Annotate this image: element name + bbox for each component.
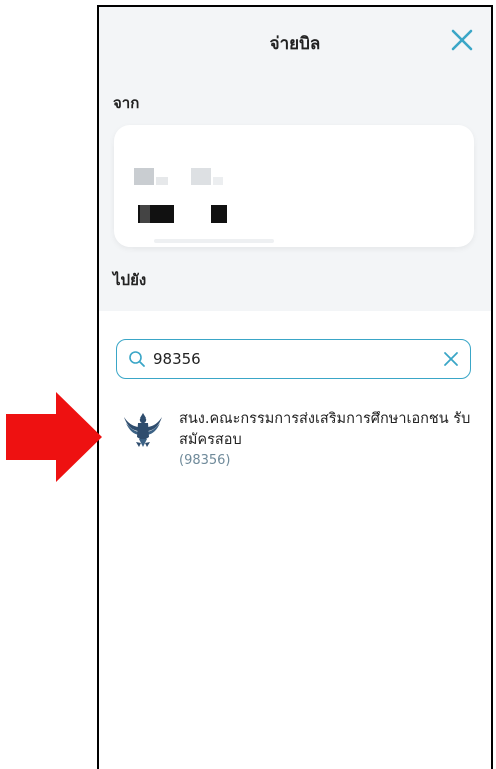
account-number-redacted-3: [211, 205, 227, 223]
close-icon: [451, 29, 473, 51]
page-title: จ่ายบิล: [269, 34, 321, 54]
biller-search-panel: สนง.คณะกรรมการส่งเสริมการศึกษาเอกชน รับส…: [99, 311, 491, 769]
close-button[interactable]: [447, 25, 477, 55]
clear-icon[interactable]: [442, 350, 460, 368]
account-name-redacted-2: [156, 177, 168, 185]
header: จ่ายบิล: [99, 7, 491, 77]
to-label: ไปยัง: [113, 271, 147, 289]
result-name: สนง.คณะกรรมการส่งเสริมการศึกษาเอกชน รับส…: [179, 411, 471, 448]
account-number-redacted-2: [140, 205, 150, 223]
card-blur-smear: [154, 239, 274, 243]
from-label: จาก: [113, 94, 140, 112]
garuda-emblem-icon: [124, 413, 162, 447]
source-account-card[interactable]: [114, 125, 474, 247]
result-code: (98356): [179, 453, 231, 468]
phone-screen: จ่ายบิล จาก ไปยัง 98356 สนง.คณะกรรมการส่…: [97, 5, 493, 769]
account-name-redacted: [134, 168, 154, 185]
search-icon: [129, 351, 145, 367]
account-name-redacted-3: [191, 168, 211, 185]
search-input[interactable]: [153, 346, 423, 372]
account-name-redacted-4: [213, 177, 223, 185]
search-result-item[interactable]: สนง.คณะกรรมการส่งเสริมการศึกษาเอกชน รับส…: [99, 403, 491, 483]
search-box[interactable]: [116, 339, 471, 379]
red-arrow-icon: [6, 392, 102, 482]
